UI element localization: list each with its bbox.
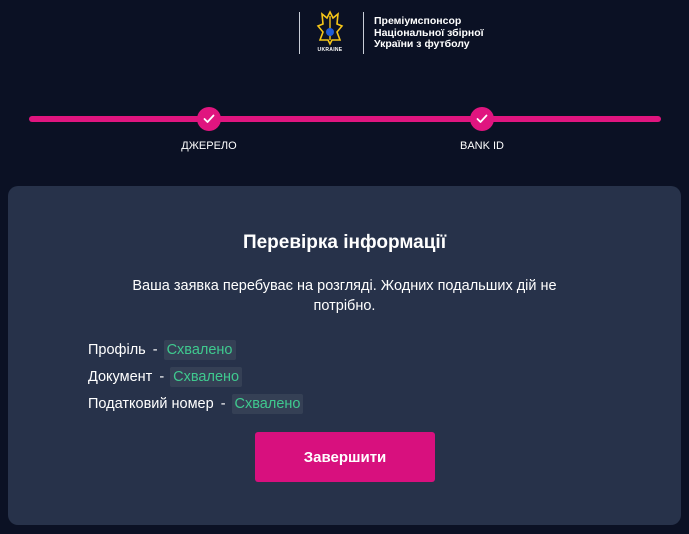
verification-card: Перевірка інформації Ваша заявка перебув… (8, 186, 681, 525)
status-list: Профіль - Схвалено Документ - Схвалено П… (88, 336, 304, 417)
header-divider (299, 12, 300, 54)
verification-page: UKRAINE Преміумспонсор Національної збір… (0, 0, 689, 534)
status-separator: - (220, 395, 226, 412)
card-message: Ваша заявка перебуває на розгляді. Жодни… (132, 278, 557, 314)
status-row-profile: Профіль - Схвалено (88, 336, 303, 363)
status-badge: Схвалено (163, 339, 236, 360)
header-divider (363, 12, 364, 54)
sponsor-header: UKRAINE Преміумспонсор Національної збір… (0, 10, 689, 58)
status-label: Профіль (88, 341, 146, 358)
step-label-bank-id: BANK ID (459, 140, 504, 152)
status-separator: - (152, 341, 158, 358)
step-label-source: ДЖЕРЕЛО (181, 140, 237, 152)
step-completed-indicator (197, 107, 221, 131)
progress-stepper: ДЖЕРЕЛО BANK ID (0, 107, 689, 157)
stepper-track (29, 116, 661, 122)
sponsor-text: Преміумспонсор Національної збірної Укра… (374, 15, 484, 50)
status-label: Податковий номер (88, 395, 214, 412)
checkmark-icon (203, 114, 215, 123)
status-row-tax-number: Податковий номер - Схвалено (88, 390, 304, 417)
status-label: Документ (88, 368, 153, 385)
status-badge: Схвалено (231, 393, 304, 414)
status-row-document: Документ - Схвалено (88, 363, 303, 390)
status-badge: Схвалено (170, 366, 243, 387)
step-completed-indicator (470, 107, 494, 131)
finish-button[interactable]: Завершити (255, 432, 435, 482)
crest-label: UKRAINE (317, 47, 343, 53)
card-title: Перевірка інформації (242, 232, 447, 253)
status-separator: - (159, 368, 165, 385)
checkmark-icon (476, 114, 488, 123)
